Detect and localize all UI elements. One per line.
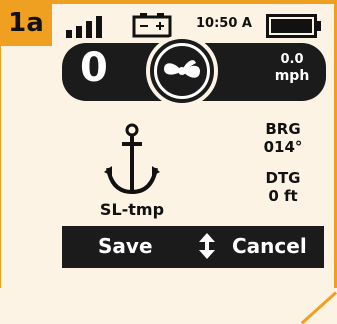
distance-value: 0 ft [268, 187, 298, 205]
mode-circle[interactable] [146, 35, 218, 107]
clock-time: 10:50 A [196, 16, 252, 31]
waypoint-name: SL-tmp [99, 200, 165, 219]
up-down-arrow-icon[interactable] [196, 232, 218, 260]
corner-decoration [300, 291, 337, 324]
speed-unit: mph [274, 68, 310, 84]
figure-tag: 1a [0, 0, 52, 46]
save-button[interactable]: Save [98, 234, 153, 258]
anchor-icon [104, 123, 160, 195]
bearing-label: BRG [265, 120, 301, 138]
bearing-value: 014° [263, 138, 303, 156]
cancel-button[interactable]: Cancel [232, 234, 307, 258]
signal-icon [66, 16, 106, 38]
count-value: 0 [80, 45, 108, 91]
battery-full-icon [266, 14, 321, 38]
speed-value: 0.0 [280, 52, 304, 67]
fan-icon [164, 60, 200, 78]
battery-icon [132, 13, 172, 38]
distance-label: DTG [265, 169, 301, 187]
